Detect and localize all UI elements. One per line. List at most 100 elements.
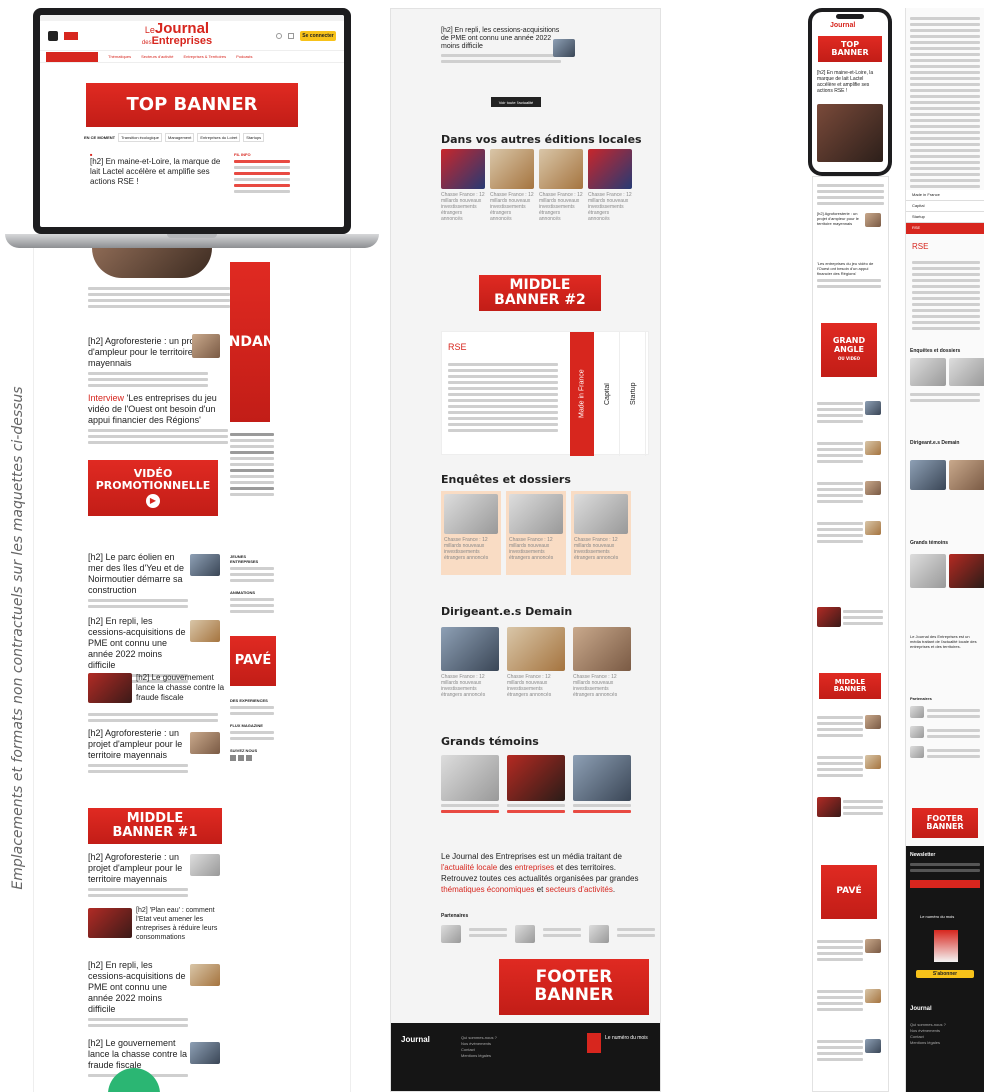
mobile-dossier-image[interactable] — [910, 358, 946, 386]
card-title[interactable]: Chasse France : 12 millards nouveaux inv… — [441, 674, 499, 698]
mobile-top-banner-ad[interactable]: TOP BANNER — [818, 36, 882, 62]
article-thumbnail[interactable] — [190, 732, 220, 754]
see-more-button[interactable]: Voir toute l'actualité — [491, 97, 541, 107]
video-thumbnail[interactable] — [88, 673, 132, 703]
mobile-lead-image[interactable] — [817, 104, 883, 162]
mobile-middle-banner-ad[interactable]: MIDDLE BANNER — [819, 673, 881, 699]
article-thumbnail[interactable] — [553, 39, 575, 57]
card-title[interactable]: Chasse France : 12 millards nouveaux inv… — [441, 192, 485, 222]
article-title[interactable]: [h2] Agroforesterie : un projet d'ampleu… — [88, 852, 188, 885]
article-title[interactable]: [h2] Agroforesterie : un projet d'ampleu… — [88, 728, 188, 761]
dossier-image[interactable] — [574, 494, 628, 534]
mobile-subscribe-button[interactable]: S'abonner — [916, 970, 974, 978]
facebook-icon[interactable] — [238, 755, 244, 761]
mobile-partner-logo[interactable] — [910, 706, 924, 718]
user-icon[interactable] — [276, 32, 282, 39]
middle-banner-2-ad[interactable]: MIDDLE BANNER #2 — [479, 275, 601, 311]
pave-ad[interactable]: PAVÉ — [230, 636, 276, 686]
twitter-icon[interactable] — [246, 755, 252, 761]
edition-selector[interactable] — [46, 51, 98, 62]
footer-logo[interactable]: Journal — [401, 1035, 430, 1044]
edition-card-image[interactable] — [490, 149, 534, 189]
mobile-footer-link[interactable]: Mentions légales — [910, 1040, 970, 1046]
lead-article-title[interactable]: [h2] En maine-et-Loire, la marque de lai… — [90, 157, 224, 187]
edition-card-image[interactable] — [539, 149, 583, 189]
mobile-menu-item[interactable]: Capital — [906, 201, 984, 212]
search-icon[interactable] — [288, 32, 294, 39]
edition-card-image[interactable] — [441, 149, 485, 189]
mobile-partner-logo[interactable] — [910, 746, 924, 758]
article-title[interactable]: [h2] En repli, les cessions-acquisitions… — [88, 960, 188, 1015]
article-title[interactable]: [h2] Le parc éolien en mer des îles d'Ye… — [88, 552, 188, 596]
article-title[interactable]: [h2] Le gouvernement lance la chasse con… — [136, 673, 226, 703]
article-title[interactable]: [h2] En repli, les cessions-acquisitions… — [88, 616, 188, 671]
mobile-thumbnail[interactable] — [865, 481, 881, 495]
card-title[interactable]: Chasse France : 12 millards nouveaux inv… — [507, 674, 565, 698]
portrait-image[interactable] — [441, 755, 499, 801]
mobile-thumbnail[interactable] — [865, 939, 881, 953]
mobile-logo[interactable]: Journal — [830, 22, 855, 29]
magazine-cover[interactable] — [587, 1033, 601, 1053]
mobile-thumbnail[interactable] — [865, 989, 881, 1003]
mobile-footer-banner-ad[interactable]: FOOTER BANNER — [912, 808, 978, 838]
card-title[interactable]: Chasse France : 12 millards nouveaux inv… — [539, 192, 583, 222]
article-thumbnail[interactable] — [190, 620, 220, 642]
mobile-menu-item[interactable]: Startup — [906, 212, 984, 223]
topic-chip[interactable]: Entreprises du Loiret — [197, 133, 241, 142]
portrait-image[interactable] — [441, 627, 499, 671]
mobile-menu-item-active[interactable]: RSE — [906, 223, 984, 234]
portrait-image[interactable] — [507, 627, 565, 671]
mobile-footer-logo[interactable]: Journal — [910, 1006, 932, 1012]
mobile-thumbnail[interactable] — [865, 441, 881, 455]
card-title[interactable]: Chasse France : 12 millards nouveaux inv… — [509, 537, 563, 561]
video-promo-ad[interactable]: VIDÉO PROMOTIONNELLE ▶ — [88, 460, 218, 516]
card-title[interactable]: Chasse France : 12 millards nouveaux inv… — [573, 674, 631, 698]
partner-logo[interactable] — [589, 925, 609, 943]
middle-banner-1-ad[interactable]: MIDDLE BANNER #1 — [88, 808, 222, 844]
edition-card-image[interactable] — [588, 149, 632, 189]
nav-item[interactable]: Podcasts — [236, 54, 252, 59]
partner-logo[interactable] — [515, 925, 535, 943]
portrait-image[interactable] — [573, 627, 631, 671]
portrait-image[interactable] — [507, 755, 565, 801]
nav-item[interactable]: Secteurs d'activité — [141, 54, 173, 59]
tab-startup[interactable]: Startup — [622, 332, 646, 456]
mobile-thumbnail[interactable] — [865, 521, 881, 535]
mobile-portrait[interactable] — [910, 460, 946, 490]
mobile-portrait[interactable] — [949, 460, 984, 490]
card-title[interactable]: Chasse France : 12 millards nouveaux inv… — [574, 537, 628, 561]
tab-made-in-france[interactable]: Made in France — [570, 332, 594, 456]
mobile-pave-ad[interactable]: PAVÉ — [821, 865, 877, 919]
menu-icon[interactable] — [48, 30, 58, 41]
mobile-video-thumbnail[interactable] — [817, 797, 841, 817]
topic-chip[interactable]: Transition écologique — [118, 133, 162, 142]
article-thumbnail[interactable] — [190, 964, 220, 986]
mobile-article-title[interactable]: [h2] Agroforesterie : un projet d'ampleu… — [817, 211, 861, 226]
play-icon[interactable]: ▶ — [146, 494, 160, 509]
mobile-article-title[interactable]: 'Les entreprises du jeu vidéo de l'Ouest… — [817, 261, 881, 276]
mobile-dossier-image[interactable] — [949, 358, 984, 386]
article-thumbnail[interactable] — [190, 854, 220, 876]
mobile-thumbnail[interactable] — [865, 213, 881, 227]
article-title[interactable]: [h2] 'Plan eau' : comment l'Etat veut am… — [136, 906, 226, 942]
article-title[interactable]: [h2] En repli, les cessions-acquisitions… — [441, 27, 561, 51]
tab-capital[interactable]: Capital — [596, 332, 620, 456]
mobile-portrait[interactable] — [910, 554, 946, 588]
mobile-magazine-cover[interactable] — [934, 930, 958, 962]
article-thumbnail[interactable] — [192, 334, 220, 358]
article-thumbnail[interactable] — [190, 1042, 220, 1064]
card-title[interactable]: Chasse France : 12 millards nouveaux inv… — [444, 537, 498, 561]
mobile-thumbnail[interactable] — [865, 401, 881, 415]
mobile-thumbnail[interactable] — [865, 755, 881, 769]
site-logo[interactable]: LeJournal desEntreprises — [84, 21, 270, 48]
article-thumbnail[interactable] — [190, 554, 220, 576]
grand-angle-ad[interactable]: GRAND ANGLE — [196, 262, 305, 422]
mobile-thumbnail[interactable] — [865, 1039, 881, 1053]
mobile-grand-angle-ad[interactable]: GRAND ANGLE OU VIDEO — [821, 323, 877, 377]
topic-chip[interactable]: Management — [165, 133, 195, 142]
nav-item[interactable]: Entreprises & Territoires — [183, 54, 226, 59]
topic-chip[interactable]: Startups — [243, 133, 265, 142]
footer-banner-ad[interactable]: FOOTER BANNER — [499, 959, 649, 1015]
video-thumbnail[interactable] — [88, 908, 132, 938]
subscribe-button[interactable]: Se connecter — [300, 30, 336, 41]
